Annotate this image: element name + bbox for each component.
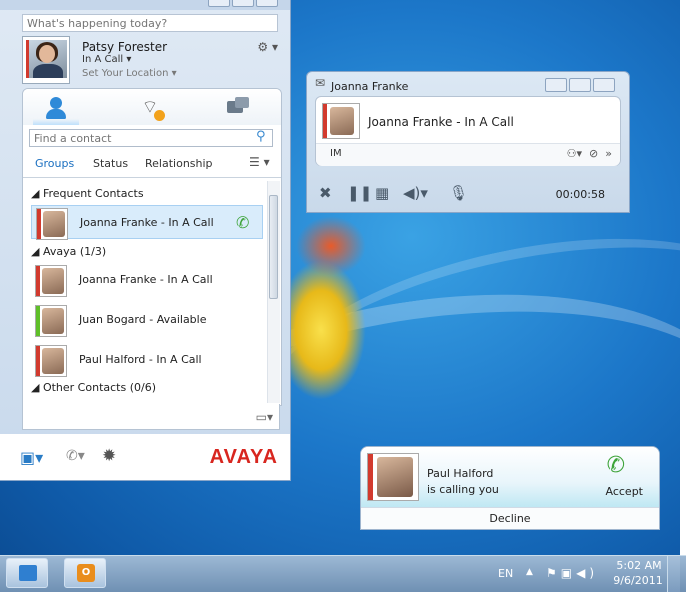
contact-label: Joanna Franke - In A Call (368, 115, 514, 129)
my-name: Patsy Forester (82, 40, 168, 54)
window-controls (206, 0, 282, 8)
face-shape (39, 45, 55, 63)
scrollbar-thumb[interactable] (269, 195, 278, 299)
phone-icon[interactable]: ✆ (607, 453, 625, 478)
group-header-frequent[interactable]: ◢ Frequent Contacts (31, 187, 144, 200)
avatar-image (26, 40, 67, 78)
divider (23, 177, 281, 178)
tab-status[interactable]: Status (93, 157, 128, 170)
my-status-dropdown[interactable]: In A Call ▾ (82, 54, 131, 65)
caller-avatar (367, 453, 419, 501)
language-indicator[interactable]: EN (498, 567, 513, 580)
lync-icon (19, 565, 37, 581)
lync-main-window: Patsy Forester In A Call ▾ Set Your Loca… (0, 0, 291, 555)
panel-footer: ▭▾ (22, 404, 280, 430)
taskbar-lync-button[interactable] (6, 558, 48, 588)
maximize-button[interactable] (569, 78, 591, 92)
contact-avatar (36, 208, 68, 240)
window-controls (543, 78, 615, 95)
outlook-icon: O (77, 564, 95, 582)
scrollbar[interactable] (267, 181, 280, 403)
desktop-edge (680, 0, 686, 591)
list-item[interactable]: Juan Bogard - Available (31, 303, 263, 337)
call-timer: 00:00:58 (555, 188, 605, 201)
taskbar-outlook-button[interactable]: O (64, 558, 106, 588)
layout-options-icon[interactable]: ☰ ▾ (249, 155, 270, 169)
contact-label: Paul Halford - In A Call (79, 353, 202, 366)
minimize-button[interactable] (208, 0, 230, 7)
contact-avatar (35, 345, 67, 377)
clock-date[interactable]: 9/6/2011 (608, 574, 668, 587)
im-tools[interactable]: ⚇▾ ⊘ » (567, 147, 612, 160)
contacts-icon[interactable] (43, 95, 69, 121)
accept-button[interactable]: Accept (606, 485, 644, 498)
caller-name: Paul Halford (427, 467, 494, 480)
lync-bottom-bar: ▣▾ ✆▾ ✹ AVAYA (0, 434, 291, 480)
contact-label: Joanna Franke - In A Call (80, 216, 214, 229)
conversations-icon[interactable] (225, 95, 251, 121)
group-tabs: Groups Status Relationship ☰ ▾ (23, 155, 281, 173)
pause-icon[interactable]: ❚❚ (347, 184, 372, 202)
group-header-avaya[interactable]: ◢ Avaya (1/3) (31, 245, 106, 258)
tray-expand-icon[interactable]: ▲ (526, 567, 533, 577)
im-label: IM (330, 148, 342, 159)
view-tabs: ⌔ (23, 89, 281, 125)
end-call-icon[interactable]: ✖ (319, 184, 332, 202)
toast-content: Paul Halford is calling you ✆ Accept (361, 447, 659, 507)
list-item[interactable]: Paul Halford - In A Call (31, 343, 263, 377)
taskbar: O EN ▲ ⚑▣◀) 5:02 AM 9/6/2011 (0, 555, 686, 592)
dialpad-icon[interactable]: ▦ (375, 184, 389, 202)
find-contact-input[interactable] (29, 129, 273, 147)
incoming-call-toast: Paul Halford is calling you ✆ Accept Dec… (360, 446, 660, 530)
contact-avatar (322, 103, 360, 139)
conversation-window: ✉ Joanna Franke Joanna Franke - In A Cal… (306, 71, 630, 213)
activity-feed-icon[interactable]: ⌔ (137, 95, 165, 121)
list-item[interactable]: Joanna Franke - In A Call ✆ (31, 205, 263, 240)
group-header-other[interactable]: ◢ Other Contacts (0/6) (31, 381, 156, 394)
status-message-input[interactable] (22, 14, 278, 32)
search-icon[interactable]: ⚲ (256, 130, 270, 144)
tab-groups[interactable]: Groups (35, 157, 74, 170)
show-desktop-button[interactable] (667, 556, 680, 592)
close-button[interactable] (593, 78, 615, 92)
phone-icon[interactable]: ✆ (236, 214, 254, 232)
conversation-icon: ✉ (315, 76, 326, 90)
windows-logo-glow-red (296, 216, 366, 276)
contact-label: Joanna Franke - In A Call (79, 273, 213, 286)
speaker-icon[interactable]: ◀)▾ (403, 184, 428, 202)
microphone-icon[interactable]: 🎙 (449, 184, 468, 202)
my-location-dropdown[interactable]: Set Your Location ▾ (82, 68, 177, 79)
gear-icon[interactable]: ✹ (102, 446, 116, 466)
minimize-button[interactable] (545, 78, 567, 92)
my-contact-card: Patsy Forester In A Call ▾ Set Your Loca… (22, 36, 284, 84)
conversation-title: Joanna Franke (331, 80, 409, 93)
list-item[interactable]: Joanna Franke - In A Call (31, 263, 263, 297)
close-button[interactable] (256, 0, 278, 7)
options-gear-icon[interactable]: ⚙ ▾ (257, 40, 278, 54)
call-message: is calling you (427, 483, 499, 496)
tray-icons[interactable]: ⚑▣◀) (546, 566, 598, 580)
monitor-icon[interactable]: ▣▾ (20, 448, 43, 467)
avaya-logo: AVAYA (209, 446, 278, 468)
clock-time[interactable]: 5:02 AM (614, 559, 664, 572)
conversation-body: Joanna Franke - In A Call IM ⚇▾ ⊘ » (315, 96, 621, 166)
phone-icon[interactable]: ✆▾ (66, 448, 85, 464)
contact-avatar (35, 305, 67, 337)
selected-tab-indicator (33, 119, 79, 125)
decline-button[interactable]: Decline (361, 507, 659, 529)
contact-label: Juan Bogard - Available (79, 313, 207, 326)
my-avatar[interactable] (22, 36, 70, 84)
contact-list: ◢ Frequent Contacts Joanna Franke - In A… (23, 181, 267, 405)
new-group-icon[interactable]: ▭▾ (256, 410, 273, 424)
im-bar[interactable]: IM ⚇▾ ⊘ » (316, 143, 620, 166)
lync-titlebar[interactable] (0, 0, 290, 10)
contact-panel: ⌔ ⚲ Groups Status Relationship ☰ ▾ ◢ Fre… (22, 88, 282, 406)
maximize-button[interactable] (232, 0, 254, 7)
body-shape (33, 64, 63, 78)
tab-relationship[interactable]: Relationship (145, 157, 213, 170)
call-controls: ✖ ❚❚ ▦ ◀)▾ 🎙 00:00:58 (307, 176, 629, 212)
contact-avatar (35, 265, 67, 297)
